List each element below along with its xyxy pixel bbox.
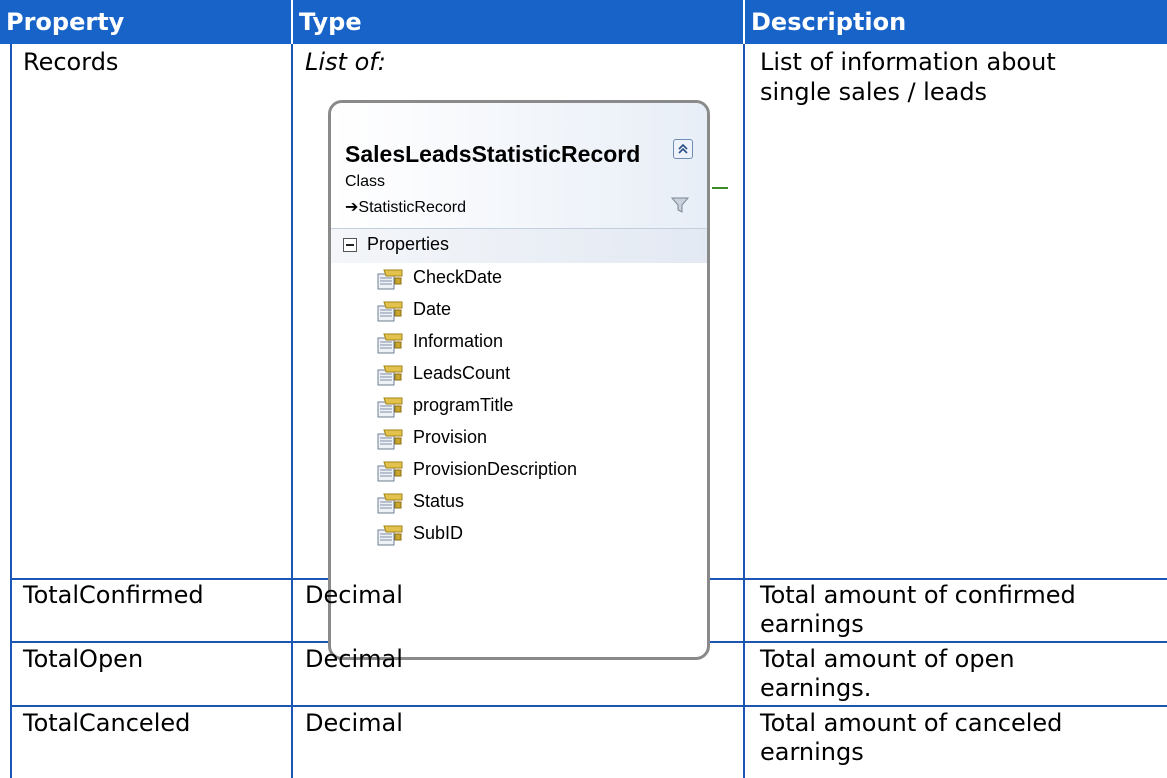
class-property-name: programTitle	[413, 395, 514, 415]
property-icon	[377, 493, 403, 515]
cell-description-totalcanceled-line1: Total amount of canceled	[760, 709, 1063, 737]
header-description: Description	[745, 0, 1167, 44]
collapse-minus-icon[interactable]	[343, 238, 357, 252]
class-base: ➔StatisticRecord	[345, 199, 466, 216]
properties-section-label: Properties	[367, 234, 450, 254]
property-icon	[377, 301, 403, 323]
class-property-name: CheckDate	[413, 267, 503, 287]
class-diagram: SalesLeadsStatisticRecord Class ➔Statist…	[328, 100, 710, 660]
class-property-name: Status	[413, 491, 465, 511]
class-kind: Class	[345, 173, 386, 190]
properties-table: Property Type Description Records List o…	[0, 0, 1167, 778]
header-type: Type	[293, 0, 743, 44]
properties-section-header[interactable]: Properties	[331, 229, 707, 263]
column-divider-1	[291, 44, 293, 778]
cell-description-records-line1: List of information about	[760, 48, 1056, 76]
collapse-icon[interactable]	[673, 139, 693, 159]
cell-description-totalopen-line2: earnings.	[760, 674, 872, 702]
table-left-border	[10, 44, 12, 778]
class-name: SalesLeadsStatisticRecord	[345, 141, 641, 167]
cell-description-totalconfirmed-line1: Total amount of confirmed	[760, 581, 1076, 609]
row-divider-3	[10, 705, 1167, 707]
cell-type-totalcanceled: Decimal	[305, 709, 403, 737]
property-icon	[377, 525, 403, 547]
property-icon	[377, 429, 403, 451]
cell-description-totalcanceled-line2: earnings	[760, 738, 864, 766]
header-property: Property	[0, 0, 291, 44]
property-icon	[377, 461, 403, 483]
cell-property-totalconfirmed: TotalConfirmed	[23, 581, 204, 609]
property-icon	[377, 333, 403, 355]
class-property-name: Information	[413, 331, 504, 351]
cell-type-totalconfirmed: Decimal	[305, 581, 403, 609]
diagram-connector-line	[712, 187, 728, 189]
cell-description-totalconfirmed-line2: earnings	[760, 610, 864, 638]
class-property-name: SubID	[413, 523, 464, 543]
filter-icon[interactable]	[670, 197, 690, 213]
class-property-name: Provision	[413, 427, 488, 447]
cell-property-totalopen: TotalOpen	[23, 645, 144, 673]
property-icon	[377, 269, 403, 291]
cell-property-totalcanceled: TotalCanceled	[23, 709, 191, 737]
cell-description-records-line2: single sales / leads	[760, 78, 988, 106]
cell-property-records: Records	[23, 48, 119, 76]
class-property-name: LeadsCount	[413, 363, 511, 383]
cell-type-totalopen: Decimal	[305, 645, 403, 673]
class-property-name: Date	[413, 299, 452, 319]
property-icon	[377, 397, 403, 419]
cell-type-records: List of:	[305, 48, 386, 76]
column-divider-2	[743, 44, 745, 778]
cell-description-totalopen-line1: Total amount of open	[760, 645, 1015, 673]
class-diagram-header: SalesLeadsStatisticRecord Class ➔Statist…	[331, 103, 707, 228]
property-icon	[377, 365, 403, 387]
class-property-name: ProvisionDescription	[413, 459, 578, 479]
